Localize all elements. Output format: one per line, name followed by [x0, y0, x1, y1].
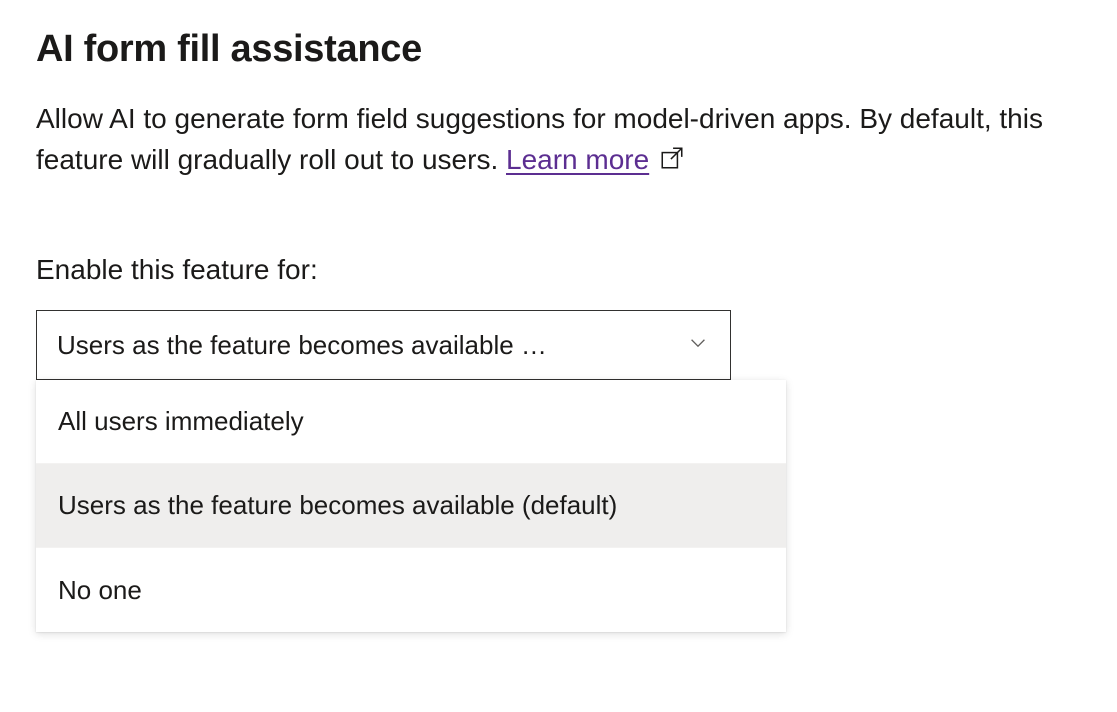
enable-feature-select-wrapper: Users as the feature becomes available ……	[36, 310, 731, 380]
dropdown-option-no-one[interactable]: No one	[36, 548, 786, 632]
section-description: Allow AI to generate form field suggesti…	[36, 99, 1081, 182]
chevron-down-icon	[687, 330, 709, 361]
dropdown-option-as-available[interactable]: Users as the feature becomes available (…	[36, 464, 786, 548]
enable-feature-dropdown: All users immediately Users as the featu…	[36, 380, 786, 632]
select-display-value: Users as the feature becomes available …	[57, 330, 547, 361]
external-link-icon	[659, 142, 685, 183]
section-heading: AI form fill assistance	[36, 28, 1081, 71]
enable-feature-label: Enable this feature for:	[36, 254, 1081, 286]
dropdown-option-all-users[interactable]: All users immediately	[36, 380, 786, 464]
enable-feature-select[interactable]: Users as the feature becomes available …	[36, 310, 731, 380]
learn-more-link[interactable]: Learn more	[506, 144, 649, 175]
